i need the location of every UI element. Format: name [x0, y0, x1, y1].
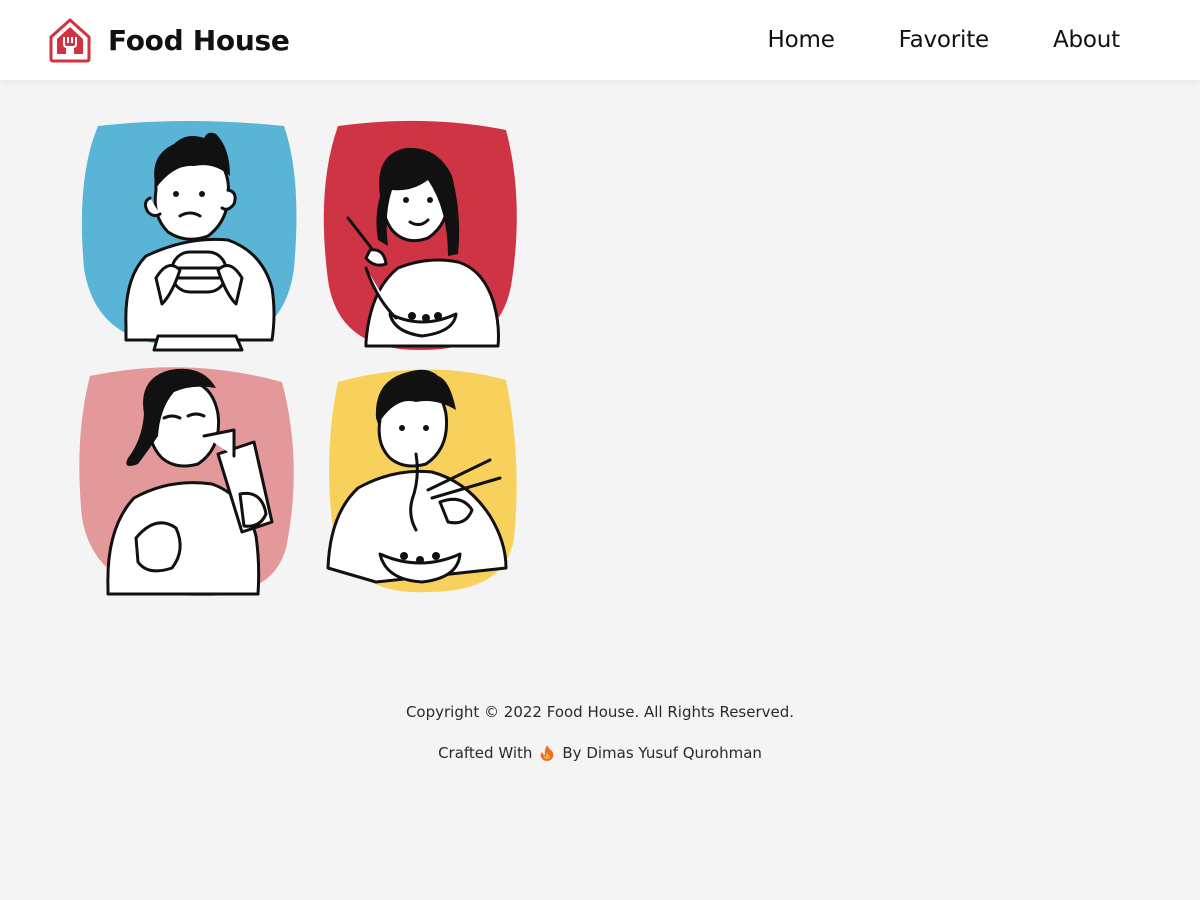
noodle-eater-figure [326, 369, 517, 593]
house-fork-icon [49, 18, 91, 63]
drinker-figure [79, 367, 294, 597]
crafted-suffix: By Dimas Yusuf Qurohman [562, 744, 762, 762]
brand-link[interactable]: Food House [48, 17, 290, 63]
nav-favorite[interactable]: Favorite [899, 27, 990, 53]
copyright-text: Copyright © 2022 Food House. All Rights … [405, 703, 795, 721]
nav-about[interactable]: About [1053, 27, 1120, 53]
crafted-prefix: Crafted With [438, 744, 533, 762]
fire-icon [541, 745, 554, 761]
main-nav: Home Favorite About [704, 0, 1121, 80]
hero-illustration [76, 118, 522, 608]
brand-name: Food House [108, 23, 290, 57]
crafted-line: Crafted With By Dimas Yusuf Qurohman [0, 741, 1200, 765]
spoon-eater-figure [323, 120, 517, 351]
people-eating-illustration [79, 120, 517, 597]
nav-home[interactable]: Home [768, 27, 835, 53]
burger-eater-figure [81, 121, 297, 352]
navbar: Food House Home Favorite About [0, 0, 1200, 80]
footer: Copyright © 2022 Food House. All Rights … [0, 700, 1200, 765]
